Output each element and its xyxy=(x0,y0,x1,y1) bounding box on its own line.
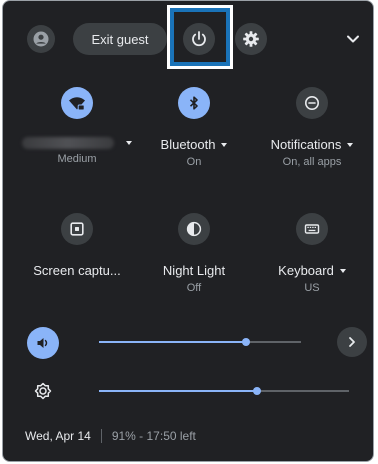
chevron-down-icon[interactable] xyxy=(347,142,354,147)
avatar-icon xyxy=(33,31,49,47)
bluetooth-label: Bluetooth xyxy=(135,137,253,152)
chevron-right-icon xyxy=(349,337,355,347)
bluetooth-toggle[interactable] xyxy=(178,87,210,119)
gear-icon xyxy=(243,31,259,47)
bluetooth-status: On xyxy=(186,156,202,168)
chevron-down-icon[interactable] xyxy=(221,142,228,147)
keyboard-toggle[interactable] xyxy=(296,213,328,245)
screen-capture-toggle[interactable] xyxy=(61,213,93,245)
notifications-label: Notifications xyxy=(253,137,371,152)
brightness-icon xyxy=(34,382,52,400)
chevron-down-icon xyxy=(347,35,359,43)
quick-settings-panel: Exit guest Medium Bluetooth On Notificat… xyxy=(2,0,374,462)
brightness-thumb[interactable] xyxy=(252,387,261,395)
network-label xyxy=(18,137,136,149)
bluetooth-icon xyxy=(189,96,198,110)
date-label[interactable]: Wed, Apr 14 xyxy=(25,429,91,443)
notifications-toggle[interactable] xyxy=(296,87,328,119)
screen-capture-icon xyxy=(70,222,84,236)
volume-icon xyxy=(37,338,48,348)
network-toggle[interactable] xyxy=(61,87,93,119)
volume-fill xyxy=(99,341,247,343)
night-light-icon xyxy=(186,221,202,237)
power-button[interactable] xyxy=(183,23,215,55)
tile-keyboard[interactable]: Keyboard US xyxy=(253,213,371,294)
audio-settings-button[interactable] xyxy=(337,327,367,357)
battery-status[interactable]: 91% - 17:50 left xyxy=(112,429,196,443)
chevron-down-icon[interactable] xyxy=(126,141,132,145)
network-status: Medium xyxy=(57,153,97,165)
tile-bluetooth[interactable]: Bluetooth On xyxy=(135,87,253,168)
settings-button[interactable] xyxy=(235,23,267,55)
tile-network[interactable]: Medium xyxy=(18,87,136,165)
volume-thumb[interactable] xyxy=(242,338,251,346)
user-avatar[interactable] xyxy=(27,25,55,53)
volume-mute-button[interactable] xyxy=(27,327,59,359)
wifi-icon xyxy=(69,97,85,111)
tile-night-light[interactable]: Night Light Off xyxy=(135,213,253,294)
night-light-label: Night Light xyxy=(162,263,226,278)
notifications-icon xyxy=(305,96,319,110)
volume-slider[interactable] xyxy=(99,335,301,349)
keyboard-layout: US xyxy=(304,282,320,294)
brightness-button[interactable] xyxy=(27,375,59,407)
status-footer: Wed, Apr 14 91% - 17:50 left xyxy=(25,429,196,443)
network-name-redacted xyxy=(22,137,114,149)
power-icon xyxy=(192,31,206,47)
collapse-button[interactable] xyxy=(339,25,367,53)
brightness-slider[interactable] xyxy=(99,384,349,398)
exit-guest-button[interactable]: Exit guest xyxy=(73,23,167,55)
night-light-status: Off xyxy=(186,282,202,294)
notifications-status: On, all apps xyxy=(282,156,342,168)
keyboard-icon xyxy=(304,224,320,234)
chevron-down-icon[interactable] xyxy=(339,268,346,273)
tile-notifications[interactable]: Notifications On, all apps xyxy=(253,87,371,168)
night-light-toggle[interactable] xyxy=(178,213,210,245)
tile-screen-capture[interactable]: Screen captu... xyxy=(18,213,136,282)
keyboard-label: Keyboard xyxy=(253,263,371,278)
brightness-fill xyxy=(99,390,257,392)
screen-capture-label: Screen captu... xyxy=(33,263,121,278)
divider xyxy=(100,429,102,443)
